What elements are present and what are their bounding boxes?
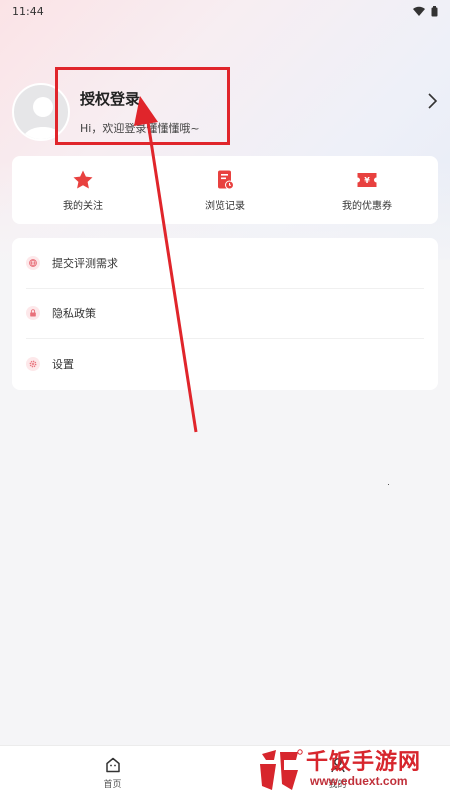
login-title[interactable]: 授权登录 xyxy=(80,88,200,110)
lock-icon xyxy=(26,306,40,321)
history-icon xyxy=(218,170,234,189)
profile-text: 授权登录 Hi，欢迎登录懂懂懂哦~ xyxy=(80,88,200,136)
quick-link-label: 我的优惠券 xyxy=(342,200,392,212)
star-icon xyxy=(73,170,93,188)
menu-item-submit-review[interactable]: 提交评测需求 xyxy=(26,238,424,289)
profile-login-row[interactable]: 授权登录 Hi，欢迎登录懂懂懂哦~ xyxy=(12,82,438,142)
menu-item-label: 设置 xyxy=(52,358,74,372)
status-bar: 11:44 xyxy=(0,0,450,22)
quick-link-history[interactable]: 浏览记录 xyxy=(154,156,296,224)
quick-link-label: 我的关注 xyxy=(63,200,103,212)
menu-item-label: 提交评测需求 xyxy=(52,256,118,270)
avatar[interactable] xyxy=(12,83,70,141)
nav-label: 我的 xyxy=(328,780,347,790)
nav-item-mine[interactable]: 我的 xyxy=(225,746,450,800)
stray-dot xyxy=(388,484,389,485)
quick-link-coupons[interactable]: ¥ 我的优惠券 xyxy=(296,156,438,224)
wifi-icon xyxy=(413,6,425,16)
battery-icon xyxy=(431,5,438,16)
chevron-right-icon[interactable] xyxy=(426,92,438,110)
menu-item-privacy-policy[interactable]: 隐私政策 xyxy=(26,289,424,339)
bottom-nav: 首页 我的 xyxy=(0,745,450,800)
nav-label: 首页 xyxy=(103,780,122,790)
svg-text:¥: ¥ xyxy=(364,176,370,185)
home-icon xyxy=(105,757,120,773)
user-icon xyxy=(330,758,345,773)
default-avatar-icon xyxy=(23,97,63,139)
status-time: 11:44 xyxy=(12,4,44,18)
menu-card: 提交评测需求 隐私政策 设置 xyxy=(12,238,438,390)
menu-item-settings[interactable]: 设置 xyxy=(26,339,424,390)
menu-item-label: 隐私政策 xyxy=(52,307,96,321)
gear-icon xyxy=(26,357,40,372)
quick-link-following[interactable]: 我的关注 xyxy=(12,156,154,224)
quick-links-card: 我的关注 浏览记录 ¥ 我的优惠券 xyxy=(12,156,438,224)
status-icons xyxy=(413,5,438,17)
quick-link-label: 浏览记录 xyxy=(205,200,245,212)
coupon-icon: ¥ xyxy=(357,172,377,187)
nav-item-home[interactable]: 首页 xyxy=(0,746,225,800)
globe-icon xyxy=(26,255,40,270)
welcome-text: Hi，欢迎登录懂懂懂哦~ xyxy=(80,122,200,135)
